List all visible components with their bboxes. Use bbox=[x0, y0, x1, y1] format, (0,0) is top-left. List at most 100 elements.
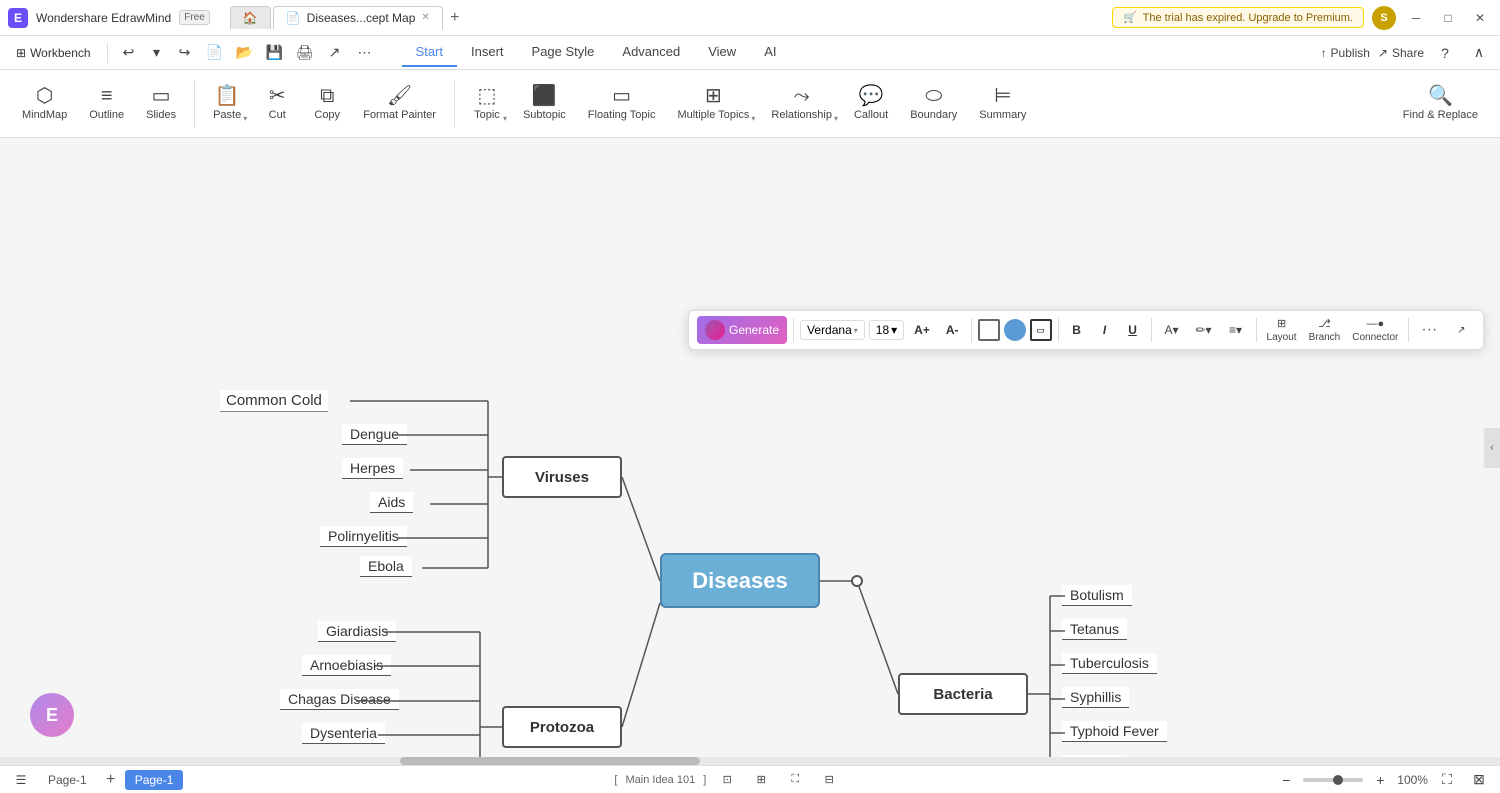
copy-button[interactable]: ⧉ Copy bbox=[303, 82, 351, 125]
user-avatar[interactable]: S bbox=[1372, 6, 1396, 30]
fill-button[interactable] bbox=[1004, 319, 1026, 341]
leaf-arnoebiasis[interactable]: Arnoebiasis bbox=[302, 655, 391, 676]
collapse-button[interactable]: ∧ bbox=[1466, 40, 1492, 66]
home-tab[interactable]: 🏠 bbox=[230, 6, 271, 29]
layout-view-button[interactable]: ⊟ bbox=[816, 767, 842, 793]
fit-page-button[interactable]: ⊠ bbox=[1466, 767, 1492, 793]
leaf-common-cold[interactable]: Common Cold bbox=[220, 390, 328, 412]
generate-button[interactable]: Generate bbox=[697, 316, 787, 344]
tab-advanced[interactable]: Advanced bbox=[608, 38, 694, 67]
undo-button[interactable]: ↩ bbox=[116, 40, 142, 66]
fit-button[interactable]: ⊡ bbox=[714, 767, 740, 793]
leaf-dysenteria[interactable]: Dysenteria bbox=[302, 723, 385, 744]
leaf-dengue[interactable]: Dengue bbox=[342, 424, 407, 445]
underline-button[interactable]: U bbox=[1121, 320, 1145, 340]
bold-button[interactable]: B bbox=[1065, 320, 1089, 340]
maximize-button[interactable]: □ bbox=[1436, 6, 1460, 30]
highlight-button[interactable]: ✏▾ bbox=[1190, 316, 1218, 344]
text-align-button[interactable]: ≡▾ bbox=[1222, 316, 1250, 344]
undo-dropdown[interactable]: ▾ bbox=[144, 40, 170, 66]
paste-button[interactable]: 📋 Paste bbox=[203, 82, 251, 125]
diseases-node[interactable]: Diseases bbox=[660, 553, 820, 608]
more-button[interactable]: ··· bbox=[1415, 319, 1443, 341]
font-select[interactable]: Verdana ▾ bbox=[800, 320, 865, 340]
scrollbar-thumb[interactable] bbox=[400, 757, 700, 765]
relationship-button[interactable]: ⤳ Relationship bbox=[761, 82, 842, 125]
print-button[interactable]: 🖨 bbox=[292, 40, 318, 66]
help-button[interactable]: ? bbox=[1432, 40, 1458, 66]
new-tab-button[interactable]: + bbox=[445, 8, 465, 28]
active-page-tab[interactable]: Page-1 bbox=[125, 770, 184, 790]
tab-page-style[interactable]: Page Style bbox=[518, 38, 609, 67]
border-button[interactable]: ▭ bbox=[1030, 319, 1052, 341]
leaf-ebola[interactable]: Ebola bbox=[360, 556, 412, 577]
workbench-button[interactable]: ⊞ Workbench bbox=[8, 42, 99, 64]
branch-button[interactable]: ⎇ Branch bbox=[1305, 315, 1345, 345]
leaf-chagas[interactable]: Chagas Disease bbox=[280, 689, 399, 710]
italic-button[interactable]: I bbox=[1093, 320, 1117, 340]
slides-button[interactable]: ▭ Slides bbox=[136, 82, 186, 125]
mindmap-button[interactable]: ⬡ MindMap bbox=[12, 82, 77, 125]
file-tab[interactable]: 📄 Diseases...cept Map ✕ bbox=[273, 6, 443, 30]
callout-button[interactable]: 💬 Callout bbox=[844, 82, 898, 125]
publish-button[interactable]: ↑ Publish bbox=[1321, 46, 1370, 60]
protozoa-node[interactable]: Protozoa bbox=[502, 706, 622, 748]
viruses-node[interactable]: Viruses bbox=[502, 456, 622, 498]
connector-button[interactable]: —● Connector bbox=[1348, 316, 1402, 345]
leaf-botulism[interactable]: Botulism bbox=[1062, 585, 1132, 606]
redo-button[interactable]: ↪ bbox=[172, 40, 198, 66]
leaf-polirnyelitis[interactable]: Polirnyelitis bbox=[320, 526, 407, 547]
leaf-syphillis[interactable]: Syphillis bbox=[1062, 687, 1129, 708]
zoom-in-button[interactable]: + bbox=[1367, 767, 1393, 793]
tab-insert[interactable]: Insert bbox=[457, 38, 518, 67]
subtopic-button[interactable]: ⬛ Subtopic bbox=[513, 82, 576, 125]
topic-button[interactable]: ⬚ Topic bbox=[463, 82, 511, 125]
font-size-field[interactable]: 18 ▾ bbox=[869, 320, 904, 340]
format-painter-button[interactable]: 🖌 Format Painter bbox=[353, 82, 446, 125]
fullscreen-view-button[interactable]: ⛶ bbox=[1434, 767, 1460, 793]
tab-ai[interactable]: AI bbox=[750, 38, 790, 67]
more-options-button[interactable]: ⋯ bbox=[352, 40, 378, 66]
shape-button[interactable] bbox=[978, 319, 1000, 341]
horizontal-scrollbar[interactable] bbox=[0, 757, 1500, 765]
right-panel-toggle[interactable]: ‹ bbox=[1484, 428, 1500, 468]
find-replace-button[interactable]: 🔍 Find & Replace bbox=[1393, 82, 1488, 125]
grid-button[interactable]: ⊞ bbox=[748, 767, 774, 793]
zoom-thumb[interactable] bbox=[1333, 775, 1343, 785]
collapse-ft-button[interactable]: ↗ bbox=[1447, 316, 1475, 344]
save-button[interactable]: 💾 bbox=[262, 40, 288, 66]
summary-button[interactable]: ⊨ Summary bbox=[969, 82, 1036, 125]
close-button[interactable]: ✕ bbox=[1468, 6, 1492, 30]
zoom-slider[interactable] bbox=[1303, 778, 1363, 782]
share-button[interactable]: ↗ Share bbox=[1378, 46, 1424, 60]
tab-close-icon[interactable]: ✕ bbox=[421, 12, 429, 23]
leaf-giardiasis[interactable]: Giardiasis bbox=[318, 621, 396, 642]
leaf-tetanus[interactable]: Tetanus bbox=[1062, 619, 1127, 640]
tab-start[interactable]: Start bbox=[402, 38, 457, 67]
outline-button[interactable]: ≡ Outline bbox=[79, 82, 134, 125]
boundary-button[interactable]: ⬭ Boundary bbox=[900, 82, 967, 125]
bacteria-node[interactable]: Bacteria bbox=[898, 673, 1028, 715]
font-increase-button[interactable]: A+ bbox=[908, 320, 936, 340]
font-color-button[interactable]: A▾ bbox=[1158, 316, 1186, 344]
leaf-herpes[interactable]: Herpes bbox=[342, 458, 403, 479]
leaf-typhoid-fever[interactable]: Typhoid Fever bbox=[1062, 721, 1167, 742]
canvas-area[interactable]: Diseases Viruses Protozoa Bacteria Commo… bbox=[0, 138, 1500, 757]
open-file-button[interactable]: 📂 bbox=[232, 40, 258, 66]
fullscreen-button[interactable]: ⛶ bbox=[782, 767, 808, 793]
layout-button[interactable]: ⊞ Layout bbox=[1263, 315, 1301, 345]
export-button[interactable]: ↗ bbox=[322, 40, 348, 66]
leaf-tuberculosis[interactable]: Tuberculosis bbox=[1062, 653, 1157, 674]
leaf-aids[interactable]: Aids bbox=[370, 492, 413, 513]
multiple-topics-button[interactable]: ⊞ Multiple Topics bbox=[667, 82, 759, 125]
font-decrease-button[interactable]: A- bbox=[940, 320, 965, 340]
sidebar-toggle-button[interactable]: ☰ bbox=[8, 767, 34, 793]
new-file-button[interactable]: 📄 bbox=[202, 40, 228, 66]
page-tab-1[interactable]: Page-1 bbox=[38, 770, 97, 790]
trial-banner[interactable]: 🛒 The trial has expired. Upgrade to Prem… bbox=[1112, 7, 1364, 28]
zoom-out-button[interactable]: − bbox=[1273, 767, 1299, 793]
tab-view[interactable]: View bbox=[694, 38, 750, 67]
cut-button[interactable]: ✂ Cut bbox=[253, 82, 301, 125]
floating-topic-button[interactable]: ▭ Floating Topic bbox=[578, 82, 666, 125]
add-page-button[interactable]: + bbox=[101, 770, 121, 790]
